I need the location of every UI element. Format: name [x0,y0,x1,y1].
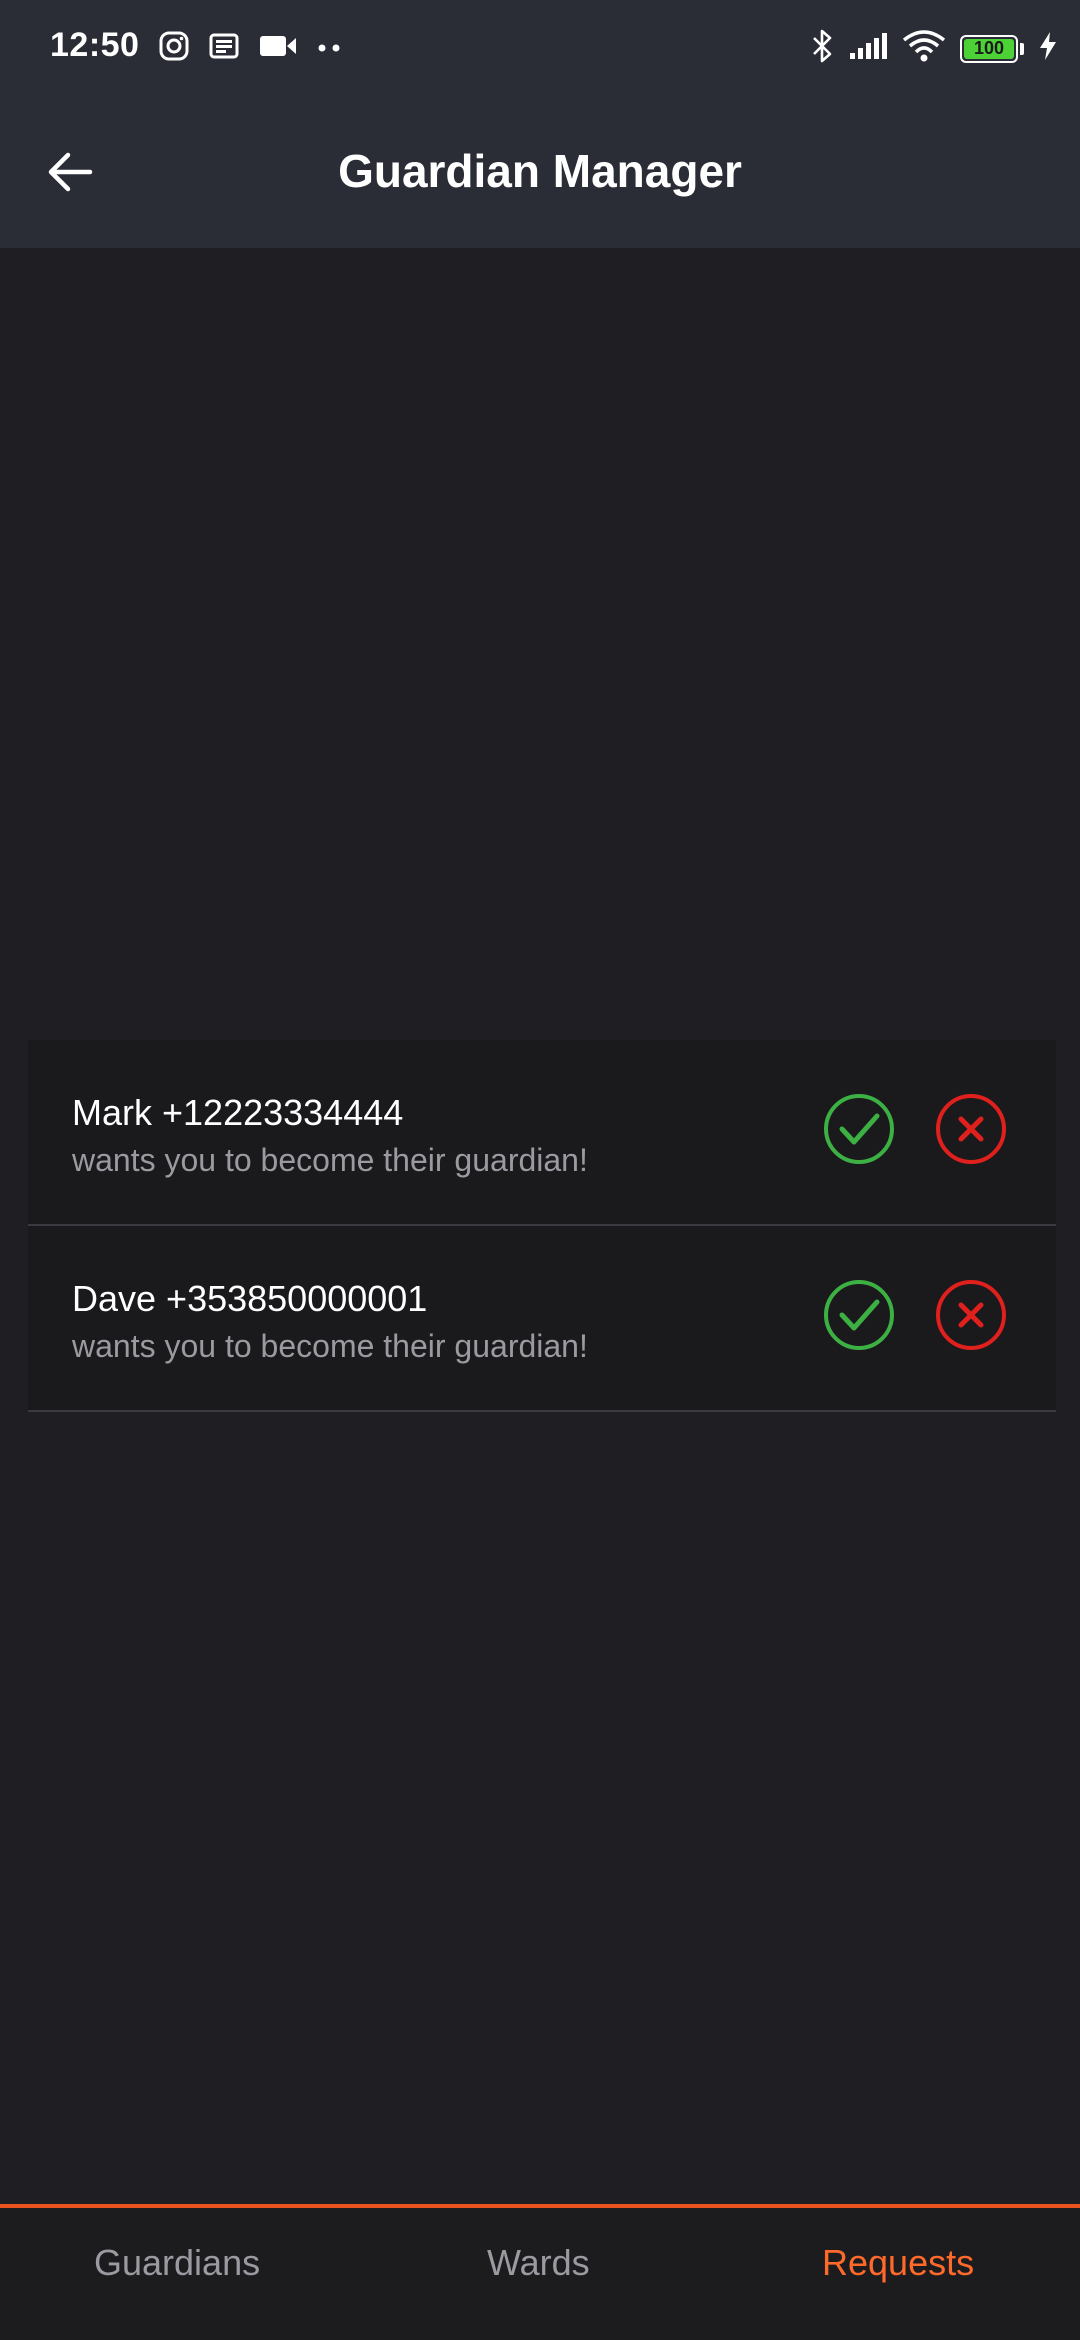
accept-button[interactable] [822,1092,896,1166]
list-item: Dave +353850000001 wants you to become t… [28,1226,1056,1412]
signal-icon [848,31,888,66]
status-time: 12:50 [50,26,140,64]
charging-icon [1038,30,1058,67]
status-left-icons [158,30,344,67]
request-message: wants you to become their guardian! [72,1328,588,1364]
bluetooth-icon [810,28,834,69]
accept-button[interactable] [822,1278,896,1352]
tab-requests[interactable]: Requests [822,2242,974,2284]
reject-button[interactable] [934,1092,1008,1166]
wifi-icon [902,30,946,67]
reject-button[interactable] [934,1278,1008,1352]
tab-guardians[interactable]: Guardians [94,2242,260,2284]
instagram-icon [158,30,190,67]
request-name: Mark +12223334444 [72,1092,404,1133]
news-icon [208,32,240,65]
request-list: Mark +12223334444 wants you to become th… [28,1040,1056,1412]
more-dots-icon [316,40,344,58]
close-circle-icon [934,1280,1008,1356]
battery-icon: 100 [960,34,1018,63]
battery-level: 100 [973,38,1005,58]
close-circle-icon [934,1094,1008,1170]
app-bar: Guardian Manager [0,96,1080,248]
battery-tip [1020,42,1024,55]
request-name: Dave +353850000001 [72,1278,428,1319]
tab-wards[interactable]: Wards [487,2242,590,2284]
check-circle-icon [822,1094,896,1170]
video-camera-icon [258,32,298,65]
request-message: wants you to become their guardian! [72,1142,588,1178]
bottom-tab-bar: Guardians Wards Requests [0,2204,1080,2340]
list-item: Mark +12223334444 wants you to become th… [28,1040,1056,1226]
status-right-icons: 100 [810,28,1058,69]
page-title: Guardian Manager [338,145,742,197]
check-circle-icon [822,1280,896,1356]
screen: 12:50 100 Guardian Manager Mark +1222333… [0,0,1080,2340]
status-bar: 12:50 100 [0,0,1080,96]
